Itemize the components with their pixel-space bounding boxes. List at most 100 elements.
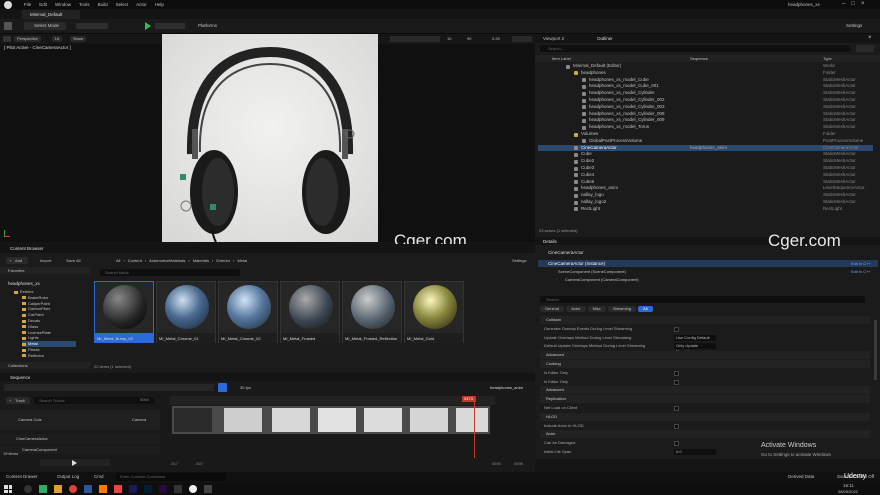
crumb-metal[interactable]: Metal <box>237 258 247 264</box>
camera-cuts-track[interactable]: Camera Cuts Camera <box>0 410 160 430</box>
import-button[interactable]: Import <box>40 258 51 264</box>
camera-component-track[interactable]: CameraComponent <box>0 446 160 454</box>
property-value-field[interactable]: Only Update Movable <box>674 343 716 354</box>
menu-help[interactable]: Help <box>155 2 164 8</box>
outliner-row[interactable]: RectLight RectLight <box>538 206 873 213</box>
create-tools-icons[interactable] <box>76 23 108 29</box>
outliner-row[interactable]: headphones_xs_model_Cube StaticMeshActor <box>538 77 873 84</box>
app-icon[interactable] <box>84 485 92 493</box>
frame-start-field[interactable]: 0000 <box>140 397 149 403</box>
outliner-row[interactable]: nallay_logo2 StaticMeshActor <box>538 199 873 206</box>
camera-cut-thumbnails[interactable] <box>172 406 490 434</box>
outliner-row[interactable]: Cube5 StaticMeshActor <box>538 179 873 186</box>
clock-date[interactable]: 08/05/2022 <box>838 489 858 495</box>
col-type[interactable]: Type <box>823 56 832 62</box>
app-icon[interactable] <box>174 485 182 493</box>
details-actor-name[interactable]: CineCameraActor <box>548 250 584 256</box>
property-checkbox[interactable] <box>674 379 679 385</box>
details-scrollbar[interactable] <box>874 320 877 380</box>
outliner-row[interactable]: Cube3 StaticMeshActor <box>538 165 873 172</box>
details-section-header[interactable]: Advanced <box>540 386 870 395</box>
crumb-all[interactable]: All <box>116 258 120 264</box>
add-track-button[interactable]: + Track <box>6 397 30 404</box>
cine-camera-track[interactable]: CineCameraActor <box>0 434 160 444</box>
filter-streaming[interactable]: Streaming <box>607 306 637 312</box>
outliner-row[interactable]: headphones Folder <box>538 70 873 77</box>
filter-general[interactable]: General <box>540 306 565 312</box>
tab-content-browser[interactable]: Content Browser <box>10 246 44 252</box>
select-mode-button[interactable]: Select Mode <box>24 22 66 30</box>
property-value-field[interactable]: 0.0 <box>674 449 716 455</box>
details-instance-row[interactable]: CineCameraActor (Instance) Edit in C++ <box>538 260 878 267</box>
details-section-header[interactable]: Actor <box>540 430 870 439</box>
grid-snap-value[interactable]: 10 <box>447 36 451 42</box>
asset-tile[interactable]: MI_Metal_Gold <box>404 281 464 343</box>
property-checkbox[interactable] <box>674 326 679 332</box>
menu-actor[interactable]: Actor <box>136 2 147 8</box>
crumb-exterior[interactable]: Exterior <box>216 258 230 264</box>
menu-select[interactable]: Select <box>116 2 129 8</box>
favorites-header[interactable]: Favorites <box>0 267 90 274</box>
play-icon[interactable] <box>72 460 77 466</box>
outliner-search-input[interactable]: Search... <box>540 45 850 52</box>
outliner-row[interactable]: headphones_anim LevelSequenceActor <box>538 185 873 192</box>
view-end-b[interactable]: 0595 <box>514 461 523 467</box>
col-sequence[interactable]: Sequence <box>690 56 708 62</box>
perspective-button[interactable]: Perspective <box>14 36 41 42</box>
view-start-a[interactable]: -017 <box>170 461 178 467</box>
transport-controls[interactable] <box>40 459 110 466</box>
outliner-row[interactable]: GlobalPostProcessVolume PostProcessVolume <box>538 138 873 145</box>
save-icon[interactable] <box>4 22 12 30</box>
camera-add-button[interactable]: Camera <box>132 417 146 423</box>
premiere-icon[interactable] <box>129 485 137 493</box>
show-button[interactable]: Show <box>70 36 87 42</box>
track-search-input[interactable]: Search Tracks <box>34 397 154 404</box>
after-effects-icon[interactable] <box>159 485 167 493</box>
outliner-row[interactable]: headphones_xs_model_Cube_001 StaticMeshAc… <box>538 83 873 90</box>
view-start-b[interactable]: -007 <box>195 461 203 467</box>
app-icon[interactable] <box>39 485 47 493</box>
tab-outliner[interactable]: Outliner <box>597 36 613 42</box>
outliner-row[interactable]: Cube StaticMeshActor <box>538 151 873 158</box>
tab-viewport2[interactable]: Viewport 2 <box>543 36 564 42</box>
collections-header[interactable]: Collections <box>0 362 90 369</box>
property-value-field[interactable]: Use Config Default <box>674 334 716 341</box>
outliner-row[interactable]: Cube4 StaticMeshActor <box>538 172 873 179</box>
asset-tile[interactable]: MI_Metal_Chrome_01 <box>156 281 216 343</box>
menu-window[interactable]: Window <box>55 2 71 8</box>
outliner-row[interactable]: headphones_xs_model_Cylinder_003 StaticMe… <box>538 104 873 111</box>
component-scene[interactable]: SceneComponent (SceneComponent) <box>558 269 626 275</box>
output-log-button[interactable]: Output Log <box>57 474 79 480</box>
outliner-row[interactable]: headphones_xs_model_Torus StaticMeshActor <box>538 124 873 131</box>
crumb-automotive[interactable]: AutomotiveMaterials <box>149 258 185 264</box>
timeline-ruler[interactable] <box>170 396 495 405</box>
col-item-label[interactable]: Item Label <box>552 56 571 62</box>
content-settings-button[interactable]: Settings <box>512 258 526 264</box>
property-checkbox[interactable] <box>674 370 679 376</box>
crumb-materials[interactable]: Materials <box>193 258 209 264</box>
console-input[interactable]: Enter Console Command <box>116 473 226 481</box>
filter-all[interactable]: All <box>638 306 653 312</box>
asset-tile[interactable]: MI_Metal_Chrome_02 <box>218 281 278 343</box>
component-camera[interactable]: CameraComponent (CameraComponent) <box>565 277 639 283</box>
edit-cpp-link[interactable]: Edit in C++ <box>851 261 871 267</box>
asset-search-input[interactable]: Search Metal <box>100 269 240 276</box>
app-icon[interactable] <box>204 485 212 493</box>
property-checkbox[interactable] <box>674 406 679 411</box>
derived-data-button[interactable]: Derived Data <box>788 474 814 480</box>
content-drawer-button[interactable]: Content Drawer <box>6 474 38 480</box>
outliner-row[interactable]: headphones_xs_model_Cylinder_009 StaticMe… <box>538 117 873 124</box>
scale-snap-value[interactable]: 0.25 <box>492 36 500 42</box>
folder-tree-item[interactable]: Reflector <box>22 353 76 359</box>
folder-icon[interactable] <box>54 485 62 493</box>
viewport-menu-icon[interactable] <box>3 36 11 42</box>
asset-tile[interactable]: MI_Metal_Frosted_Reflection <box>342 281 402 343</box>
camera-speed-icons[interactable] <box>512 36 532 42</box>
windows-start-icon[interactable] <box>4 485 12 493</box>
camera-render-canvas[interactable] <box>162 34 378 242</box>
cmd-dropdown[interactable]: Cmd <box>94 474 104 480</box>
play-icon[interactable] <box>145 22 151 30</box>
details-section-header[interactable]: Advanced <box>540 351 870 360</box>
menu-tools[interactable]: Tools <box>79 2 90 8</box>
asset-tile[interactable]: MI_Metal_Frosted <box>280 281 340 343</box>
